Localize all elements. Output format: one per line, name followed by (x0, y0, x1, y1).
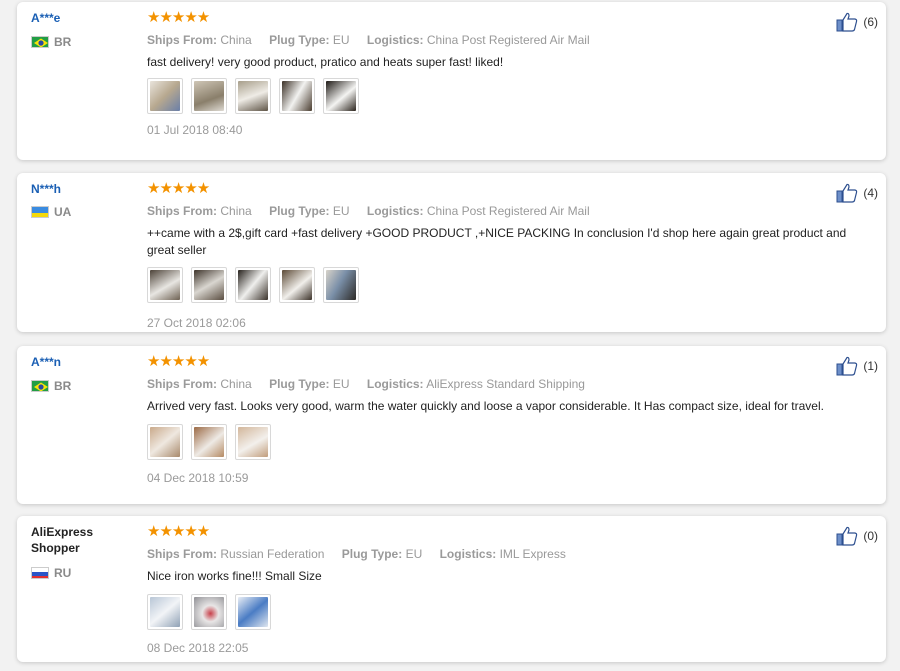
review-photo[interactable] (147, 594, 183, 630)
review-text: ++came with a 2$,gift card +fast deliver… (147, 226, 847, 257)
logistics-value: IML Express (499, 547, 566, 561)
ships-from-label: Ships From: (147, 204, 218, 218)
reviewer-country: BR (31, 379, 71, 393)
country-code: BR (54, 35, 72, 49)
country-code: RU (54, 566, 72, 580)
thumbs-up-icon (836, 526, 858, 546)
review-photo[interactable] (323, 267, 359, 303)
review-card: A***n BR ★★★★★ Ships From: China Plug Ty… (17, 346, 886, 504)
plug-type-label: Plug Type: (341, 547, 403, 561)
ships-from-value: China (220, 204, 252, 218)
plug-type-value: EU (332, 377, 350, 391)
review-photo[interactable] (235, 78, 271, 114)
brazil-flag-icon (31, 380, 49, 392)
logistics-label: Logistics: (439, 547, 497, 561)
reviewer-name[interactable]: A***n (31, 354, 141, 370)
review-photos (147, 594, 872, 630)
helpful-count: (1) (863, 359, 878, 373)
reviewer-country: BR (31, 35, 71, 49)
star-rating: ★★★★★ (147, 180, 210, 197)
review-card: AliExpress Shopper RU ★★★★★ Ships From: … (17, 516, 886, 662)
review-text: fast delivery! very good product, pratic… (147, 55, 504, 69)
helpful-count: (4) (863, 186, 878, 200)
plug-type-value: EU (332, 204, 350, 218)
ukraine-flag-icon (31, 206, 49, 218)
thumbs-up-icon (836, 183, 858, 203)
review-card: A***e BR ★★★★★ Ships From: China Plug Ty… (17, 2, 886, 160)
order-info: Ships From: China Plug Type: EU Logistic… (147, 376, 872, 392)
logistics-value: AliExpress Standard Shipping (426, 377, 585, 391)
helpful-button[interactable]: (4) (836, 183, 878, 203)
reviewer-country: RU (31, 566, 71, 580)
star-rating: ★★★★★ (147, 9, 210, 26)
russia-flag-icon (31, 567, 49, 579)
ships-from-label: Ships From: (147, 33, 218, 47)
country-code: BR (54, 379, 72, 393)
logistics-label: Logistics: (366, 33, 424, 47)
review-photo[interactable] (323, 78, 359, 114)
plug-type-label: Plug Type: (269, 33, 330, 47)
review-photo[interactable] (147, 424, 183, 460)
plug-type-label: Plug Type: (269, 377, 330, 391)
review-photo[interactable] (279, 267, 315, 303)
ships-from-value: China (220, 33, 252, 47)
helpful-button[interactable]: (1) (836, 356, 878, 376)
ships-from-label: Ships From: (147, 377, 218, 391)
review-date: 08 Dec 2018 22:05 (147, 641, 249, 655)
review-photo[interactable] (279, 78, 315, 114)
review-date: 27 Oct 2018 02:06 (147, 316, 246, 330)
review-photos (147, 424, 872, 460)
brazil-flag-icon (31, 36, 49, 48)
plug-type-value: EU (405, 547, 423, 561)
review-text: Nice iron works fine!!! Small Size (147, 569, 322, 583)
ships-from-value: Russian Federation (220, 547, 325, 561)
helpful-count: (0) (863, 529, 878, 543)
review-photo[interactable] (235, 424, 271, 460)
review-date: 04 Dec 2018 10:59 (147, 471, 249, 485)
helpful-button[interactable]: (6) (836, 12, 878, 32)
review-photo[interactable] (147, 78, 183, 114)
review-photo[interactable] (235, 267, 271, 303)
review-photo[interactable] (147, 267, 183, 303)
helpful-button[interactable]: (0) (836, 526, 878, 546)
order-info: Ships From: China Plug Type: EU Logistic… (147, 203, 872, 219)
review-text: Arrived very fast. Looks very good, warm… (147, 399, 824, 413)
reviewer-name: AliExpress Shopper (31, 525, 94, 555)
reviewer-country: UA (31, 205, 71, 219)
order-info: Ships From: Russian Federation Plug Type… (147, 546, 872, 562)
logistics-label: Logistics: (366, 204, 424, 218)
logistics-label: Logistics: (366, 377, 424, 391)
review-photo[interactable] (235, 594, 271, 630)
review-photos (147, 78, 872, 114)
reviewer-name[interactable]: A***e (31, 10, 141, 26)
review-date: 01 Jul 2018 08:40 (147, 123, 243, 137)
review-photo[interactable] (191, 267, 227, 303)
helpful-count: (6) (863, 15, 878, 29)
star-rating: ★★★★★ (147, 523, 210, 540)
logistics-value: China Post Registered Air Mail (426, 204, 590, 218)
star-rating: ★★★★★ (147, 353, 210, 370)
review-photo[interactable] (191, 424, 227, 460)
ships-from-value: China (220, 377, 252, 391)
thumbs-up-icon (836, 356, 858, 376)
logistics-value: China Post Registered Air Mail (426, 33, 590, 47)
country-code: UA (54, 205, 72, 219)
review-photo[interactable] (191, 594, 227, 630)
plug-type-label: Plug Type: (269, 204, 330, 218)
thumbs-up-icon (836, 12, 858, 32)
review-photo[interactable] (191, 78, 227, 114)
review-photos (147, 267, 872, 303)
reviewer-name[interactable]: N***h (31, 181, 141, 197)
order-info: Ships From: China Plug Type: EU Logistic… (147, 32, 872, 48)
plug-type-value: EU (332, 33, 350, 47)
ships-from-label: Ships From: (147, 547, 218, 561)
review-card: N***h UA ★★★★★ Ships From: China Plug Ty… (17, 173, 886, 332)
